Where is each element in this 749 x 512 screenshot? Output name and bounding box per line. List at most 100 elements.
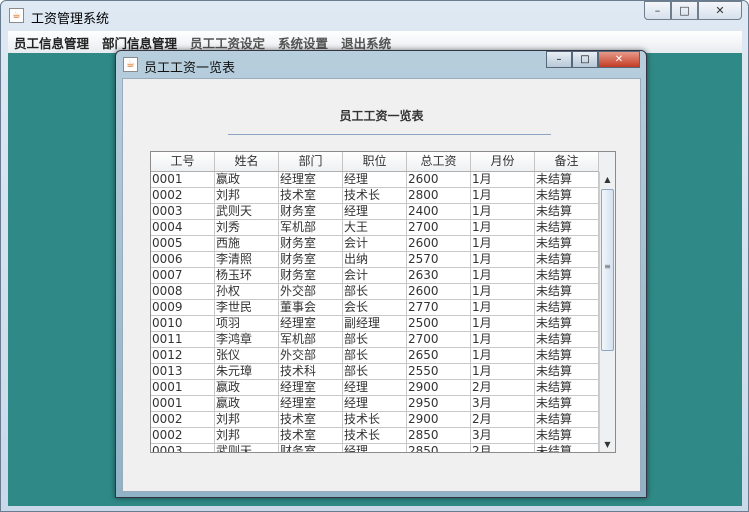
table-cell[interactable]: 李鸿章 [215,332,279,347]
frame-close-button[interactable]: ✕ [598,51,640,68]
table-cell[interactable]: 2850 [407,428,471,443]
frame-maximize-button[interactable]: □ [572,51,598,68]
table-cell[interactable]: 0006 [151,252,215,267]
table-cell[interactable]: 1月 [471,172,535,187]
table-cell[interactable]: 0007 [151,268,215,283]
table-cell[interactable]: 经理室 [279,316,343,331]
table-row[interactable]: 0009 李世民 董事会 会长 2770 1月 未结算 [151,300,615,316]
table-cell[interactable]: 未结算 [535,380,599,395]
table-cell[interactable]: 2950 [407,396,471,411]
column-header[interactable]: 职位 [343,152,407,171]
table-cell[interactable]: 武则天 [215,444,279,452]
table-cell[interactable]: 技术科 [279,364,343,379]
table-cell[interactable]: 2600 [407,236,471,251]
scroll-thumb[interactable]: ≡ [601,189,614,351]
table-cell[interactable]: 1月 [471,284,535,299]
table-row[interactable]: 0002 刘邦 技术室 技术长 2900 2月 未结算 [151,412,615,428]
table-cell[interactable]: 未结算 [535,172,599,187]
table-cell[interactable]: 0001 [151,380,215,395]
table-cell[interactable]: 1月 [471,316,535,331]
table-cell[interactable]: 2550 [407,364,471,379]
table-cell[interactable]: 嬴政 [215,380,279,395]
table-cell[interactable]: 李世民 [215,300,279,315]
menu-exit[interactable]: 退出系统 [341,33,391,52]
table-cell[interactable]: 经理室 [279,396,343,411]
table-cell[interactable]: 2800 [407,188,471,203]
table-cell[interactable]: 出纳 [343,252,407,267]
column-header[interactable]: 月份 [471,152,535,171]
table-cell[interactable]: 技术长 [343,188,407,203]
table-cell[interactable]: 1月 [471,268,535,283]
table-cell[interactable]: 0008 [151,284,215,299]
table-cell[interactable]: 张仪 [215,348,279,363]
frame-minimize-button[interactable]: – [546,51,572,68]
table-cell[interactable]: 未结算 [535,412,599,427]
scroll-down-icon[interactable]: ▼ [600,437,615,452]
table-cell[interactable]: 2650 [407,348,471,363]
table-cell[interactable]: 会计 [343,268,407,283]
table-cell[interactable]: 财务室 [279,268,343,283]
table-cell[interactable]: 0012 [151,348,215,363]
table-cell[interactable]: 朱元璋 [215,364,279,379]
table-cell[interactable]: 技术室 [279,188,343,203]
table-cell[interactable]: 未结算 [535,268,599,283]
table-cell[interactable]: 孙权 [215,284,279,299]
menu-salary-settings[interactable]: 员工工资设定 [190,33,265,52]
table-cell[interactable]: 0001 [151,396,215,411]
column-header[interactable]: 总工资 [407,152,471,171]
table-cell[interactable]: 技术长 [343,412,407,427]
close-button[interactable]: ✕ [698,1,742,20]
table-cell[interactable]: 会计 [343,236,407,251]
table-cell[interactable]: 经理 [343,396,407,411]
table-cell[interactable]: 经理 [343,444,407,452]
table-cell[interactable]: 0009 [151,300,215,315]
table-cell[interactable]: 财务室 [279,252,343,267]
menu-system-settings[interactable]: 系统设置 [278,33,328,52]
table-cell[interactable]: 0004 [151,220,215,235]
table-row[interactable]: 0003 武则天 财务室 经理 2400 1月 未结算 [151,204,615,220]
table-cell[interactable]: 1月 [471,252,535,267]
table-row[interactable]: 0001 嬴政 经理室 经理 2600 1月 未结算 [151,172,615,188]
table-cell[interactable]: 未结算 [535,204,599,219]
table-cell[interactable]: 部长 [343,284,407,299]
table-row[interactable]: 0007 杨玉环 财务室 会计 2630 1月 未结算 [151,268,615,284]
table-cell[interactable]: 杨玉环 [215,268,279,283]
table-cell[interactable]: 2570 [407,252,471,267]
table-cell[interactable]: 3月 [471,428,535,443]
table-cell[interactable]: 0005 [151,236,215,251]
table-cell[interactable]: 刘秀 [215,220,279,235]
table-cell[interactable]: 经理室 [279,380,343,395]
table-cell[interactable]: 未结算 [535,252,599,267]
table-row[interactable]: 0002 刘邦 技术室 技术长 2800 1月 未结算 [151,188,615,204]
table-cell[interactable]: 部长 [343,364,407,379]
table-cell[interactable]: 财务室 [279,444,343,452]
table-cell[interactable]: 3月 [471,396,535,411]
table-cell[interactable]: 0002 [151,428,215,443]
table-row[interactable]: 0010 项羽 经理室 副经理 2500 1月 未结算 [151,316,615,332]
table-cell[interactable]: 2400 [407,204,471,219]
table-cell[interactable]: 2600 [407,284,471,299]
table-row[interactable]: 0004 刘秀 军机部 大王 2700 1月 未结算 [151,220,615,236]
table-cell[interactable]: 副经理 [343,316,407,331]
column-header[interactable]: 工号 [151,152,215,171]
table-cell[interactable]: 2770 [407,300,471,315]
table-row[interactable]: 0011 李鸿章 军机部 部长 2700 1月 未结算 [151,332,615,348]
table-cell[interactable]: 外交部 [279,284,343,299]
table-cell[interactable]: 未结算 [535,348,599,363]
table-cell[interactable]: 1月 [471,348,535,363]
table-cell[interactable]: 财务室 [279,236,343,251]
table-cell[interactable]: 未结算 [535,236,599,251]
table-cell[interactable]: 技术长 [343,428,407,443]
table-row[interactable]: 0003 武则天 财务室 经理 2850 2月 未结算 [151,444,615,452]
table-cell[interactable]: 2600 [407,172,471,187]
table-cell[interactable]: 未结算 [535,220,599,235]
table-cell[interactable]: 未结算 [535,364,599,379]
table-cell[interactable]: 1月 [471,364,535,379]
table-cell[interactable]: 0011 [151,332,215,347]
table-cell[interactable]: 刘邦 [215,412,279,427]
table-cell[interactable]: 0003 [151,444,215,452]
table-cell[interactable]: 刘邦 [215,188,279,203]
table-cell[interactable]: 经理 [343,172,407,187]
table-cell[interactable]: 刘邦 [215,428,279,443]
table-row[interactable]: 0012 张仪 外交部 部长 2650 1月 未结算 [151,348,615,364]
